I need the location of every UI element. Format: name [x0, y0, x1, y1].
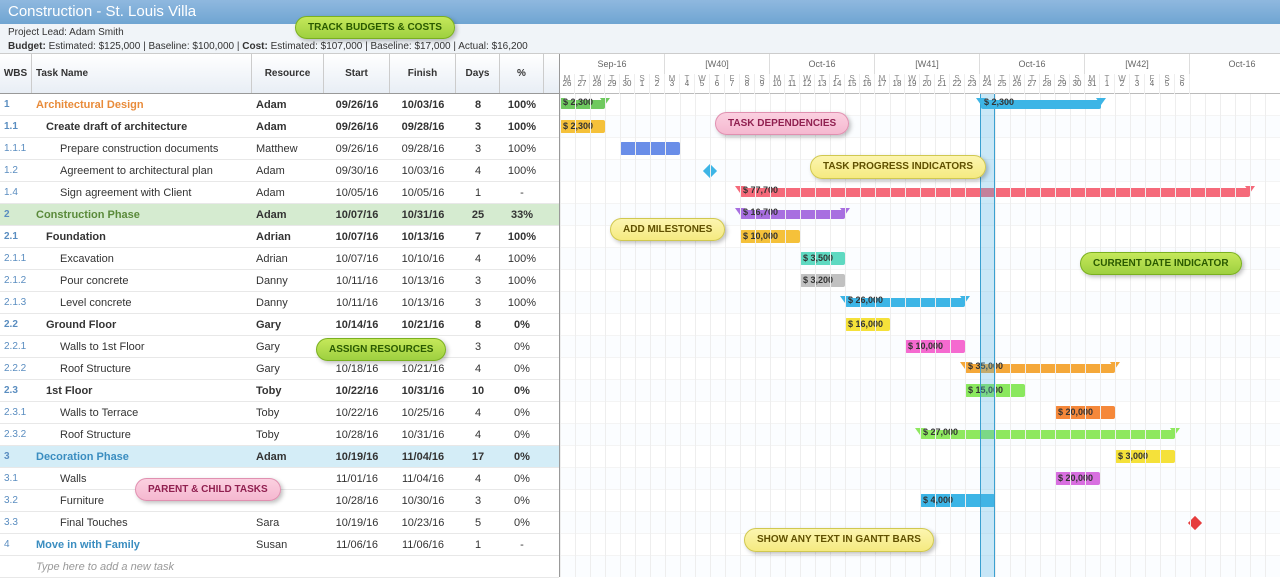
task-row[interactable]: 2.2.1Walls to 1st FloorGary30%: [0, 336, 559, 358]
task-row[interactable]: 1.1Create draft of architectureAdam09/26…: [0, 116, 559, 138]
callout-resources: ASSIGN RESOURCES: [316, 338, 446, 361]
task-row[interactable]: 2Construction PhaseAdam10/07/1610/31/162…: [0, 204, 559, 226]
gantt-bar[interactable]: $ 2,300: [560, 100, 605, 109]
task-row[interactable]: 1Architectural DesignAdam09/26/1610/03/1…: [0, 94, 559, 116]
callout-text: SHOW ANY TEXT IN GANTT BARS: [744, 528, 934, 552]
gantt-bar[interactable]: $ 3,200: [800, 274, 845, 287]
gantt-bar[interactable]: $ 27,000: [920, 430, 1175, 439]
project-meta: Project Lead: Adam Smith Budget: Estimat…: [0, 24, 1280, 54]
task-row[interactable]: 1.4Sign agreement with ClientAdam10/05/1…: [0, 182, 559, 204]
task-grid[interactable]: WBSTask NameResourceStartFinishDays% 1Ar…: [0, 54, 560, 577]
task-row[interactable]: 2.1.1ExcavationAdrian10/07/1610/10/16410…: [0, 248, 559, 270]
callout-deps: TASK DEPENDENCIES: [715, 112, 849, 135]
task-row[interactable]: 2.1FoundationAdrian10/07/1610/13/167100%: [0, 226, 559, 248]
gantt-bar[interactable]: $ 20,000: [1055, 472, 1100, 485]
new-task-row[interactable]: Type here to add a new task: [0, 556, 559, 578]
day-letter-row: MTWTFSSMTWTFSSMTWTFSSMTWTFSSMTWTFSSMTWTF…: [560, 74, 1280, 94]
task-row[interactable]: 2.2.2Roof StructureGary10/18/1610/21/164…: [0, 358, 559, 380]
task-row[interactable]: 3.3Final TouchesSara10/19/1610/23/1650%: [0, 512, 559, 534]
task-row[interactable]: 2.1.2Pour concreteDanny10/11/1610/13/163…: [0, 270, 559, 292]
gantt-bar[interactable]: $ 3,500: [800, 252, 845, 265]
callout-parent: PARENT & CHILD TASKS: [135, 478, 281, 501]
title-bar: Construction - St. Louis Villa: [0, 0, 1280, 24]
task-row[interactable]: 1.2Agreement to architectural planAdam09…: [0, 160, 559, 182]
task-row[interactable]: 1.1.1Prepare construction documentsMatth…: [0, 138, 559, 160]
task-row[interactable]: 2.31st FloorToby10/22/1610/31/16100%: [0, 380, 559, 402]
task-row[interactable]: 2.2Ground FloorGary10/14/1610/21/1680%: [0, 314, 559, 336]
grid-header: WBSTask NameResourceStartFinishDays%: [0, 54, 559, 94]
callout-budgets: TRACK BUDGETS & COSTS: [295, 16, 455, 39]
task-row[interactable]: 3Decoration PhaseAdam10/19/1611/04/16170…: [0, 446, 559, 468]
callout-milestones: ADD MILESTONES: [610, 218, 725, 241]
gantt-bar[interactable]: $ 2,300: [560, 120, 605, 133]
gantt-chart[interactable]: Sep-16[W40]Oct-16[W41]Oct-16[W42]Oct-16[…: [560, 54, 1280, 577]
task-row[interactable]: 2.3.1Walls to TerraceToby10/22/1610/25/1…: [0, 402, 559, 424]
callout-current: CURRENT DATE INDICATOR: [1080, 252, 1242, 275]
gantt-bar[interactable]: $ 16,000: [845, 318, 890, 331]
gantt-bar[interactable]: $ 2,300: [981, 100, 1101, 109]
task-row[interactable]: 2.1.3Level concreteDanny10/11/1610/13/16…: [0, 292, 559, 314]
callout-progress: TASK PROGRESS INDICATORS: [810, 155, 986, 179]
task-row[interactable]: 4Move in with FamilySusan11/06/1611/06/1…: [0, 534, 559, 556]
task-row[interactable]: 2.3.2Roof StructureToby10/28/1610/31/164…: [0, 424, 559, 446]
